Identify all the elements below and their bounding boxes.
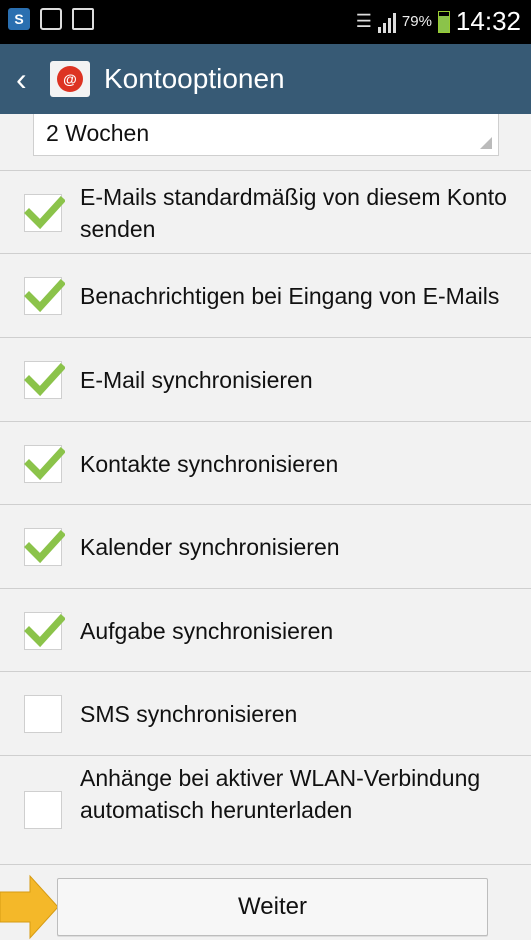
check-icon [24,447,65,481]
check-icon [24,614,65,648]
checkbox[interactable] [24,612,65,650]
option-label: Anhänge bei aktiver WLAN-Verbindung auto… [80,765,481,823]
chevron-left-icon[interactable]: ‹ [16,63,40,95]
signal-icon [377,11,396,33]
checkbox[interactable] [24,528,65,566]
option-label: E-Mail synchronisieren [80,367,313,393]
option-label: E-Mails standardmäßig von diesem Konto s… [80,184,507,242]
sync-period-dropdown[interactable]: 2 Wochen [33,114,499,156]
wifi-icon: ☰ [355,11,372,31]
check-icon [24,196,65,230]
battery-percent: 79% [401,13,432,30]
check-icon [24,363,65,397]
battery-icon [437,10,450,33]
option-row[interactable]: E-Mails standardmäßig von diesem Konto s… [0,170,531,253]
option-row[interactable]: E-Mail synchronisieren [0,337,531,421]
checkbox[interactable] [24,361,65,399]
checkbox[interactable] [24,791,62,829]
option-label: Kontakte synchronisieren [80,451,339,477]
image-icon [40,8,62,30]
dropdown-corner-icon [480,137,492,149]
check-icon [24,279,65,313]
pointer-arrow-icon [0,874,59,940]
options-list: E-Mails standardmäßig von diesem Konto s… [0,170,531,862]
option-label: Kalender synchronisieren [80,534,340,560]
samsung-s-icon: S [8,8,30,30]
email-app-icon[interactable]: @ [50,61,90,97]
option-row[interactable]: Aufgabe synchronisieren [0,588,531,671]
option-row[interactable]: SMS synchronisieren [0,671,531,755]
option-label: Benachrichtigen bei Eingang von E-Mails [80,283,500,309]
checkbox[interactable] [24,445,65,483]
briefcase-icon [72,8,94,30]
next-button[interactable]: Weiter [57,878,488,936]
option-row[interactable]: Benachrichtigen bei Eingang von E-Mails [0,253,531,337]
divider [0,864,531,865]
checkbox[interactable] [24,695,62,733]
option-label: Aufgabe synchronisieren [80,618,334,644]
checkbox[interactable] [24,277,65,315]
option-row[interactable]: Kontakte synchronisieren [0,421,531,504]
clock: 14:32 [455,6,521,36]
check-icon [24,530,65,564]
option-row[interactable]: Kalender synchronisieren [0,504,531,588]
option-row[interactable]: Anhänge bei aktiver WLAN-Verbindung auto… [0,755,531,862]
checkbox[interactable] [24,194,65,232]
status-bar: S ☰ 79% 14:32 [0,0,531,44]
option-label: SMS synchronisieren [80,701,298,727]
dropdown-value: 2 Wochen [46,120,150,146]
page-title: Kontooptionen [104,63,285,94]
action-bar: ‹ @ Kontooptionen [0,44,531,114]
